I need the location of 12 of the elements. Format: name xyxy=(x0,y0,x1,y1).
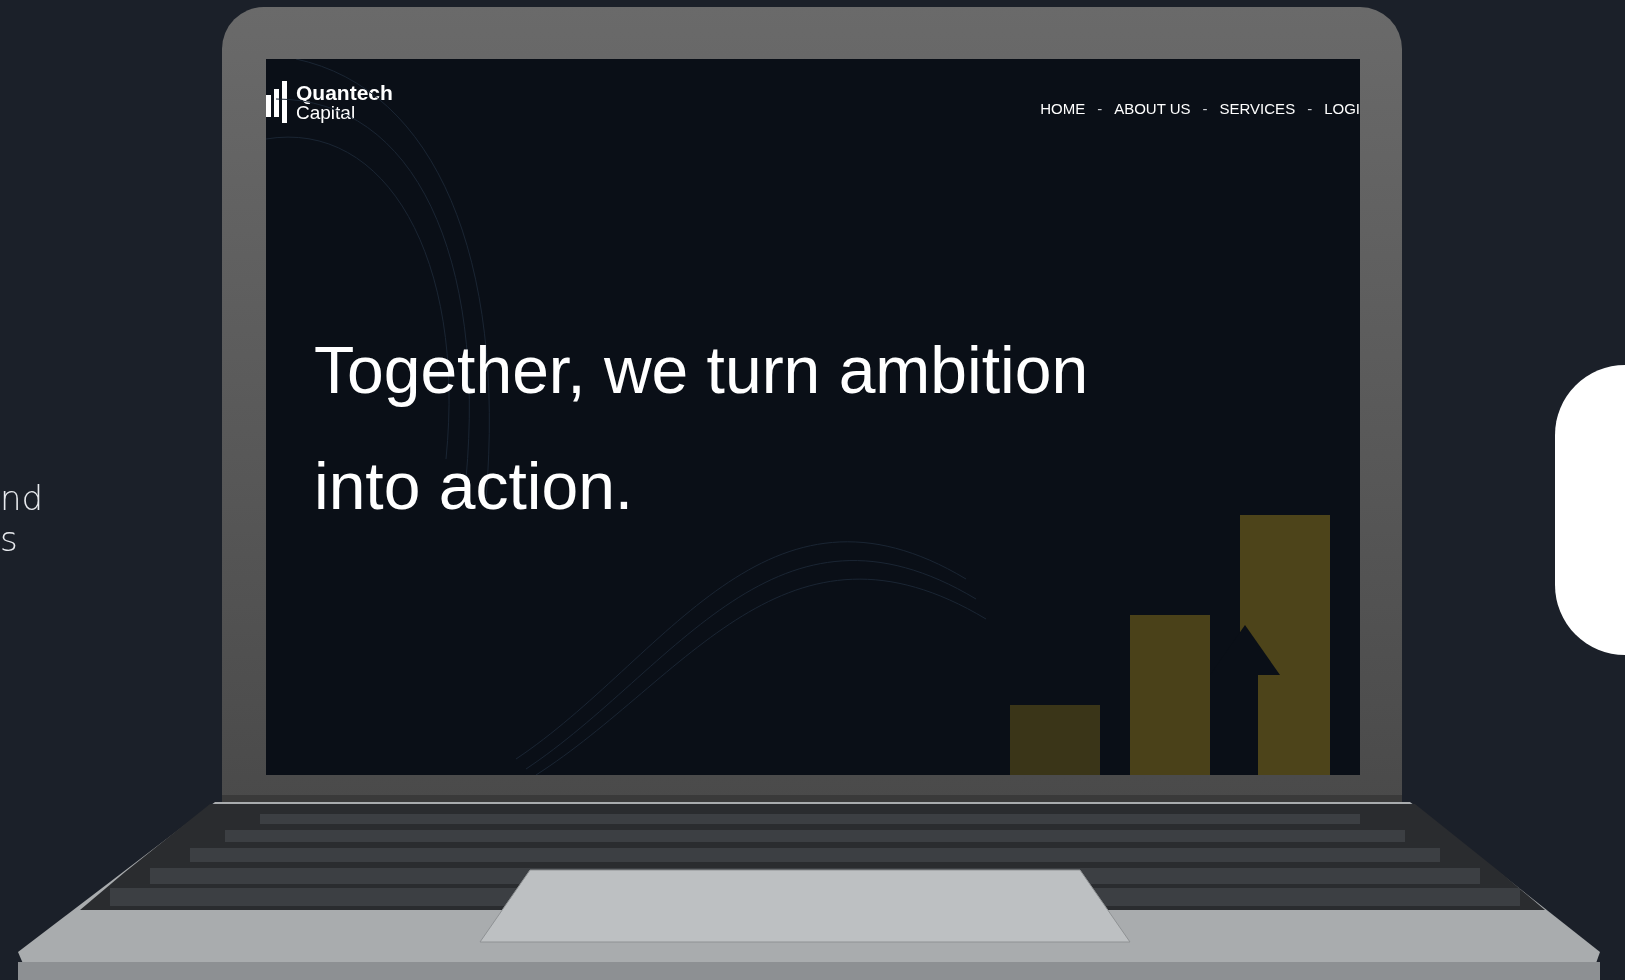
hero-headline: Together, we turn ambition into action. xyxy=(314,332,1090,525)
logo-subtitle: Capital xyxy=(296,103,356,122)
nav-link[interactable]: HOME xyxy=(1040,97,1086,121)
nav-separator: - xyxy=(1202,98,1208,119)
nav-separator: - xyxy=(1307,98,1313,119)
nav-separator: - xyxy=(1097,98,1103,119)
intro-text: s xyxy=(0,518,19,560)
nav-link[interactable]: SERVICES xyxy=(1219,97,1296,121)
nav-link[interactable]: ABOUT US xyxy=(1114,97,1191,121)
intro-text: nd xyxy=(0,478,44,519)
logo-name: Quantech xyxy=(296,82,393,103)
nav-link[interactable]: LOGI xyxy=(1324,97,1360,121)
